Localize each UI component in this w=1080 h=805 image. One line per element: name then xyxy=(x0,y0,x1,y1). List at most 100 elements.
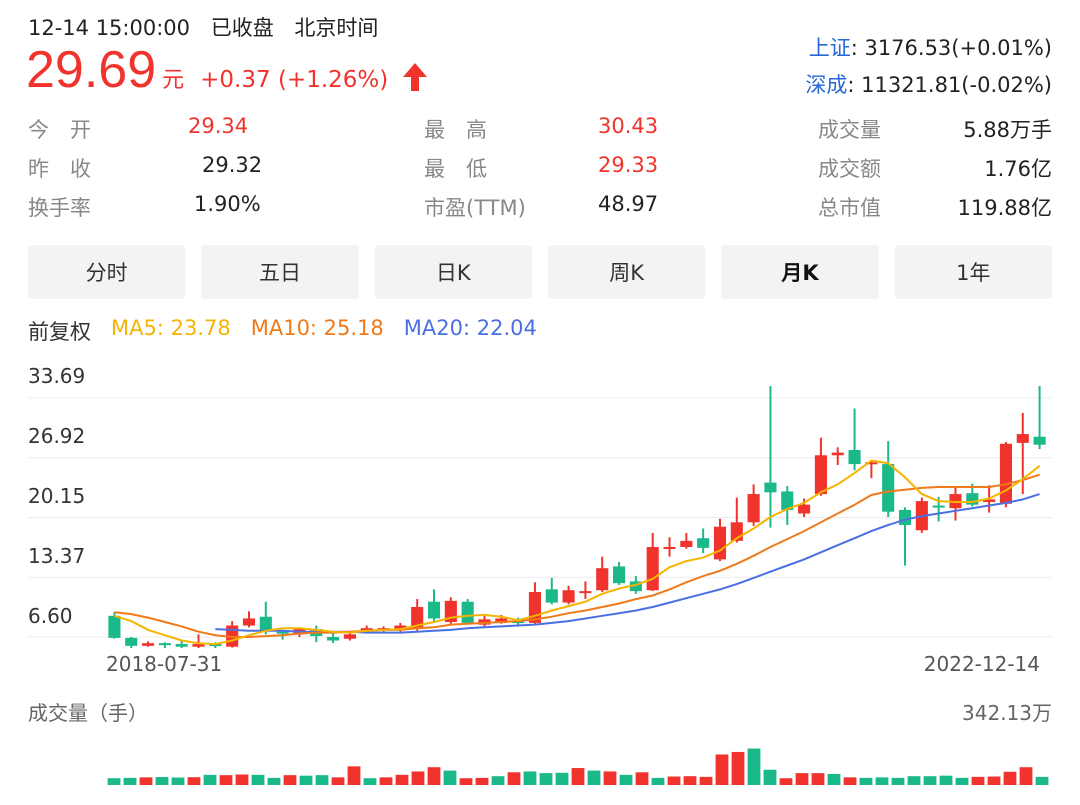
volume-bar[interactable] xyxy=(251,774,265,785)
volume-bar[interactable] xyxy=(699,776,713,785)
volume-bar[interactable] xyxy=(747,748,761,785)
index-shanghai[interactable]: 上证: 3176.53(+0.01%) xyxy=(805,30,1052,67)
volume-bar[interactable] xyxy=(603,771,617,785)
volume-bar[interactable] xyxy=(891,777,905,785)
volume-bar[interactable] xyxy=(523,771,537,785)
candle[interactable] xyxy=(158,642,171,648)
candle[interactable] xyxy=(713,518,727,562)
volume-bar[interactable] xyxy=(539,773,553,785)
volume-bar[interactable] xyxy=(459,778,473,785)
volume-bar[interactable] xyxy=(955,777,969,785)
tab-intraday[interactable]: 分时 xyxy=(28,245,186,299)
volume-bar[interactable] xyxy=(491,776,505,785)
volume-bar[interactable] xyxy=(507,772,521,785)
volume-bar[interactable] xyxy=(987,776,1001,785)
volume-bar[interactable] xyxy=(443,770,457,785)
volume-bar[interactable] xyxy=(395,774,409,785)
volume-bar[interactable] xyxy=(411,771,425,785)
volume-bar[interactable] xyxy=(107,778,121,785)
candle[interactable] xyxy=(697,528,710,554)
adjust-mode[interactable]: 前复权 xyxy=(28,316,91,346)
volume-bar[interactable] xyxy=(347,766,361,785)
volume-bar[interactable] xyxy=(475,777,489,785)
candle[interactable] xyxy=(646,532,659,592)
tab-weekly-k[interactable]: 周K xyxy=(547,245,706,299)
candle[interactable] xyxy=(882,441,895,518)
candle[interactable] xyxy=(192,634,205,648)
volume-bar[interactable] xyxy=(363,778,377,785)
candle[interactable] xyxy=(949,487,962,521)
volume-bar[interactable] xyxy=(923,776,937,785)
volume-bar[interactable] xyxy=(219,775,233,785)
candle[interactable] xyxy=(226,621,239,648)
volume-bar[interactable] xyxy=(267,777,281,785)
tab-monthly-k[interactable]: 月K xyxy=(721,245,879,299)
candle[interactable] xyxy=(461,599,474,625)
volume-bar[interactable] xyxy=(299,775,313,785)
volume-bar[interactable] xyxy=(315,775,329,785)
volume-bar[interactable] xyxy=(187,777,201,785)
candle[interactable] xyxy=(596,556,609,593)
index-shenzhen[interactable]: 深成: 11321.81(-0.02%) xyxy=(805,67,1052,104)
candle[interactable] xyxy=(1033,386,1046,450)
kline-chart[interactable] xyxy=(0,360,1080,650)
candle[interactable] xyxy=(898,507,912,566)
volume-bar[interactable] xyxy=(139,777,153,785)
candle[interactable] xyxy=(663,537,676,557)
volume-bar[interactable] xyxy=(587,770,601,785)
candle[interactable] xyxy=(781,486,794,525)
volume-bar[interactable] xyxy=(731,751,745,785)
volume-bar[interactable] xyxy=(779,778,793,785)
volume-bar[interactable] xyxy=(907,776,921,785)
candle[interactable] xyxy=(848,408,861,471)
candle[interactable] xyxy=(327,632,340,644)
volume-bar[interactable] xyxy=(619,774,633,785)
volume-bar[interactable] xyxy=(859,777,873,785)
volume-bar[interactable] xyxy=(715,754,729,785)
volume-bar[interactable] xyxy=(427,767,441,785)
volume-bar[interactable] xyxy=(651,777,665,785)
volume-bar[interactable] xyxy=(875,777,889,785)
candle[interactable] xyxy=(242,611,256,628)
volume-bar[interactable] xyxy=(571,768,585,785)
volume-bar[interactable] xyxy=(331,777,345,785)
candle[interactable] xyxy=(141,641,155,647)
volume-bar[interactable] xyxy=(763,769,777,785)
volume-bar[interactable] xyxy=(155,777,169,785)
volume-bar[interactable] xyxy=(667,776,681,785)
candle[interactable] xyxy=(478,614,491,627)
candle[interactable] xyxy=(125,637,138,648)
volume-bar[interactable] xyxy=(939,775,953,785)
volume-bar[interactable] xyxy=(1019,767,1033,785)
volume-bar[interactable] xyxy=(123,777,137,785)
candle[interactable] xyxy=(562,585,575,605)
volume-bar[interactable] xyxy=(171,777,185,785)
candle[interactable] xyxy=(747,484,760,526)
candle[interactable] xyxy=(680,532,693,549)
volume-chart[interactable] xyxy=(0,725,1080,787)
volume-bar[interactable] xyxy=(795,773,809,785)
volume-bar[interactable] xyxy=(203,774,217,785)
tab-daily-k[interactable]: 日K xyxy=(374,245,532,299)
volume-bar[interactable] xyxy=(1003,771,1017,785)
tab-five-day[interactable]: 五日 xyxy=(201,245,359,299)
volume-bar[interactable] xyxy=(1035,776,1049,785)
candle[interactable] xyxy=(612,562,626,585)
volume-bar[interactable] xyxy=(555,772,569,785)
candle[interactable] xyxy=(999,442,1013,508)
volume-bar[interactable] xyxy=(379,777,393,785)
volume-bar[interactable] xyxy=(283,775,297,785)
volume-bar[interactable] xyxy=(683,776,697,785)
candle[interactable] xyxy=(764,386,777,528)
candle[interactable] xyxy=(814,437,827,496)
candle[interactable] xyxy=(831,447,844,465)
candle[interactable] xyxy=(579,581,592,600)
volume-bar[interactable] xyxy=(843,777,857,785)
volume-bar[interactable] xyxy=(811,773,825,785)
candle[interactable] xyxy=(427,589,441,622)
tab-one-year[interactable]: 1年 xyxy=(894,245,1052,299)
candle[interactable] xyxy=(444,597,457,624)
candle[interactable] xyxy=(545,577,558,605)
index-label[interactable]: 深成 xyxy=(805,73,847,97)
index-label[interactable]: 上证 xyxy=(809,36,851,60)
